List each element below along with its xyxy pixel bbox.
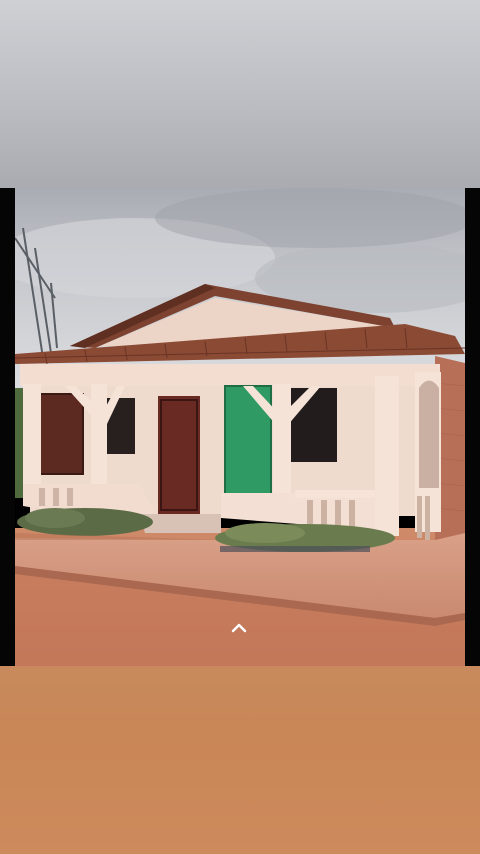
photo-viewer bbox=[0, 0, 480, 854]
blurred-backdrop-top bbox=[0, 0, 480, 188]
chevron-up-icon[interactable] bbox=[228, 620, 250, 636]
arched-opening bbox=[419, 380, 439, 488]
house-photo[interactable] bbox=[15, 188, 465, 666]
blurred-backdrop-bottom bbox=[0, 666, 480, 854]
letterbox-right bbox=[465, 188, 480, 666]
red-door bbox=[158, 396, 200, 514]
window-left bbox=[39, 394, 83, 474]
letterbox-left bbox=[0, 188, 15, 666]
